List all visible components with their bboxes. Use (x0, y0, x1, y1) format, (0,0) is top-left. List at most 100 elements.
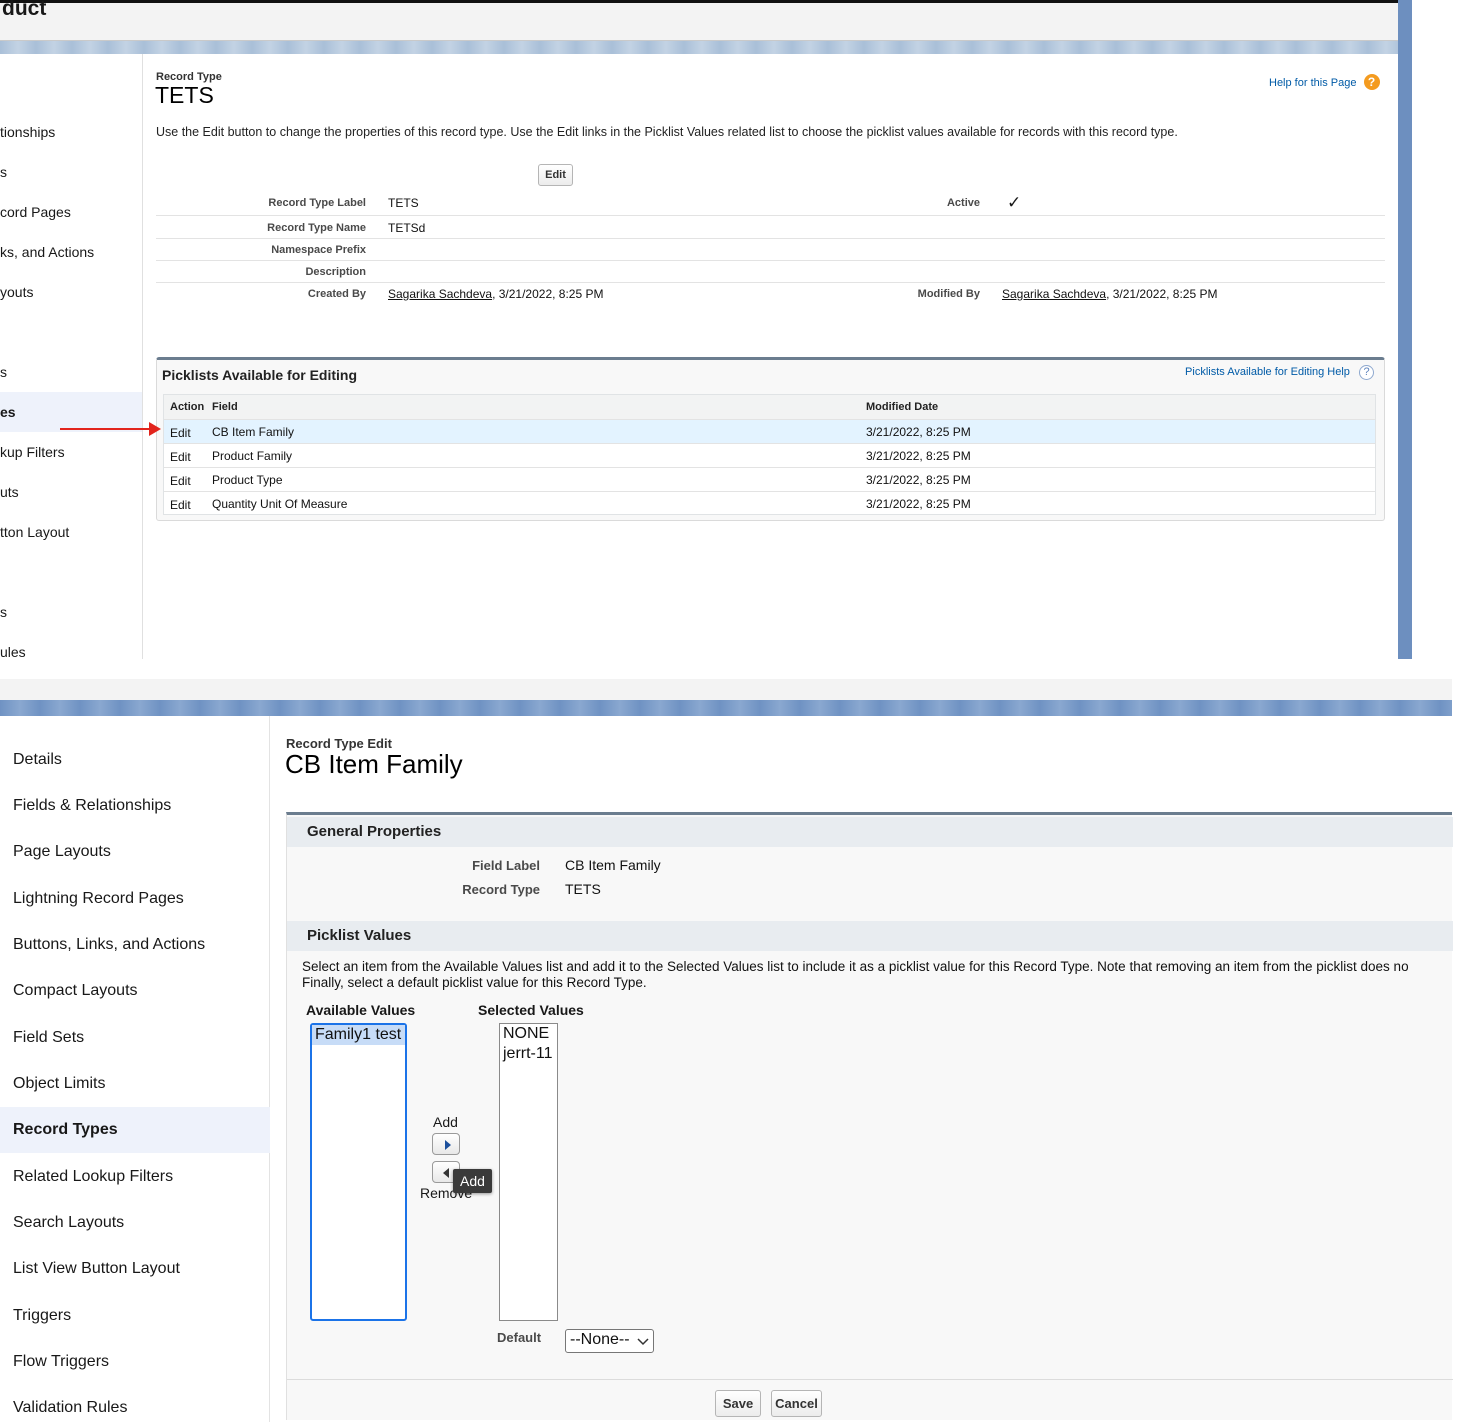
namespace-prefix-lbl: Namespace Prefix (271, 244, 366, 256)
available-values-list[interactable]: Family1 test (310, 1023, 407, 1321)
default-select[interactable]: --None-- (565, 1329, 654, 1353)
modified-by-user-link[interactable]: Sagarika Sachdeva (1002, 287, 1106, 301)
selected-value-option[interactable]: NONE (500, 1024, 557, 1044)
record-type-name-lbl: Record Type Name (267, 222, 366, 234)
save-button[interactable]: Save (715, 1390, 761, 1417)
default-select-value: --None-- (570, 1331, 630, 1348)
sidebar-item-lightning-record-pages[interactable]: Lightning Record Pages (13, 890, 184, 908)
sidebar-item-validation-rules[interactable]: Validation Rules (13, 1399, 127, 1417)
created-by-user-link[interactable]: Sagarika Sachdeva (388, 287, 492, 301)
row-field: Product Type (212, 473, 283, 487)
detail-separator (156, 282, 1385, 283)
col-action: Action (170, 401, 205, 413)
sidebar-item-details[interactable]: Details (13, 751, 62, 769)
help-icon[interactable]: ? (1363, 74, 1380, 90)
top-sidebar: tionships s cord Pages ks, and Actions y… (0, 54, 143, 659)
detail-separator (156, 260, 1385, 261)
sidebar-item-search-layouts[interactable]: Search Layouts (13, 1214, 124, 1232)
sidebar-item-search-layouts[interactable]: uts (0, 484, 19, 500)
col-modified: Modified Date (866, 401, 939, 413)
record-type-edit-main: Record Type Edit CB Item Family General … (270, 716, 1453, 1422)
record-type-name-val: TETSd (388, 221, 426, 235)
sidebar-item-relationships[interactable]: tionships (0, 124, 55, 140)
row-field: Product Family (212, 449, 293, 463)
arrow-right-icon (445, 1140, 451, 1150)
sidebar-item-buttons-links-actions[interactable]: Buttons, Links, and Actions (13, 936, 205, 954)
picklists-help[interactable]: Picklists Available for Editing Help ? (1185, 365, 1374, 380)
sidebar-item-list-view-button-layout[interactable]: List View Button Layout (13, 1260, 180, 1278)
bottom-wave-band (0, 700, 1452, 716)
selected-values-list[interactable]: NONE jerrt-11 (499, 1023, 558, 1321)
row-modified: 3/21/2022, 8:25 PM (866, 425, 971, 439)
table-row: Edit CB Item Family 3/21/2022, 8:25 PM (164, 419, 1375, 443)
row-edit-link[interactable]: Edit (170, 450, 191, 464)
sidebar-item-compact-layouts[interactable]: Compact Layouts (13, 982, 138, 1000)
sidebar-item-record-types[interactable]: es (0, 404, 16, 420)
available-value-option[interactable]: Family1 test (312, 1025, 405, 1045)
row-edit-link[interactable]: Edit (170, 426, 191, 440)
record-type-label-lbl: Record Type Label (268, 197, 366, 209)
sidebar-item-rules[interactable]: ules (0, 644, 26, 659)
sidebar-item-flow-triggers[interactable]: Flow Triggers (13, 1353, 109, 1371)
picklists-help-link[interactable]: Picklists Available for Editing Help (1185, 366, 1350, 378)
add-lbl: Add (433, 1114, 458, 1130)
sidebar-item-button-layout[interactable]: tton Layout (0, 524, 69, 540)
help-for-page[interactable]: Help for this Page ? (1269, 74, 1380, 90)
row-edit-link[interactable]: Edit (170, 498, 191, 512)
help-for-page-link[interactable]: Help for this Page (1269, 77, 1356, 89)
row-edit-link[interactable]: Edit (170, 474, 191, 488)
edit-button[interactable]: Edit (538, 164, 573, 186)
sidebar-item-layouts[interactable]: youts (0, 284, 33, 300)
description-lbl: Description (305, 266, 366, 278)
sidebar-item-s1[interactable]: s (0, 164, 7, 180)
sidebar-item-s2[interactable]: s (0, 364, 7, 380)
table-row: Edit Product Family 3/21/2022, 8:25 PM (164, 443, 1375, 467)
modified-by-date: , 3/21/2022, 8:25 PM (1106, 287, 1218, 301)
record-type-val: TETS (565, 881, 601, 897)
row-modified: 3/21/2022, 8:25 PM (866, 497, 971, 511)
sidebar-item-record-pages[interactable]: cord Pages (0, 204, 71, 220)
header-wave-band (0, 41, 1398, 55)
picklist-values-header: Picklist Values (287, 921, 1453, 951)
record-type-detail-panel: duct tionships s cord Pages ks, and Acti… (0, 0, 1412, 659)
active-checkmark: ✓ (1007, 193, 1022, 212)
available-values-lbl: Available Values (306, 1002, 416, 1018)
cancel-button[interactable]: Cancel (771, 1390, 822, 1417)
created-by-val: Sagarika Sachdeva, 3/21/2022, 8:25 PM (388, 287, 604, 301)
record-type-main: Record Type TETS Help for this Page ? Us… (143, 54, 1398, 659)
sidebar-item-actions[interactable]: ks, and Actions (0, 244, 94, 260)
record-type-edit-form: General Properties Field Label CB Item F… (286, 812, 1453, 1420)
field-label-lbl: Field Label (472, 858, 540, 873)
record-type-label-val: TETS (388, 196, 419, 210)
sidebar-item-s3[interactable]: s (0, 604, 7, 620)
page-description: Use the Edit button to change the proper… (156, 125, 1178, 139)
button-bar-separator (287, 1379, 1453, 1380)
sidebar-item-object-limits[interactable]: Object Limits (13, 1075, 105, 1093)
table-row: Edit Quantity Unit Of Measure 3/21/2022,… (164, 491, 1375, 515)
sidebar-item-record-types[interactable]: Record Types (13, 1121, 118, 1139)
object-title: duct (2, 0, 47, 20)
annotation-arrow-icon (149, 422, 161, 436)
row-field: Quantity Unit Of Measure (212, 497, 348, 511)
created-by-date: , 3/21/2022, 8:25 PM (492, 287, 604, 301)
add-button[interactable] (432, 1133, 460, 1155)
row-modified: 3/21/2022, 8:25 PM (866, 449, 971, 463)
chevron-down-icon (637, 1338, 649, 1346)
sidebar-item-field-sets[interactable]: Field Sets (13, 1029, 84, 1047)
instructions-line1: Select an item from the Available Values… (302, 959, 1409, 974)
sidebar-item-related-lookup-filters[interactable]: Related Lookup Filters (13, 1168, 173, 1186)
picklists-title: Picklists Available for Editing (162, 367, 358, 383)
general-properties-header: General Properties (287, 817, 1453, 847)
sidebar-item-lookup-filters[interactable]: kup Filters (0, 444, 65, 460)
sidebar-item-triggers[interactable]: Triggers (13, 1307, 71, 1325)
field-label-val: CB Item Family (565, 857, 661, 873)
modified-by-val: Sagarika Sachdeva, 3/21/2022, 8:25 PM (1002, 287, 1218, 301)
active-lbl: Active (946, 197, 980, 209)
scroll-strip (1398, 0, 1412, 659)
table-row: Edit Product Type 3/21/2022, 8:25 PM (164, 467, 1375, 491)
picklists-help-icon[interactable]: ? (1359, 365, 1374, 380)
col-field: Field (212, 401, 238, 413)
selected-value-option[interactable]: jerrt-11 (500, 1044, 557, 1064)
sidebar-item-page-layouts[interactable]: Page Layouts (13, 843, 111, 861)
sidebar-item-fields-relationships[interactable]: Fields & Relationships (13, 797, 171, 815)
